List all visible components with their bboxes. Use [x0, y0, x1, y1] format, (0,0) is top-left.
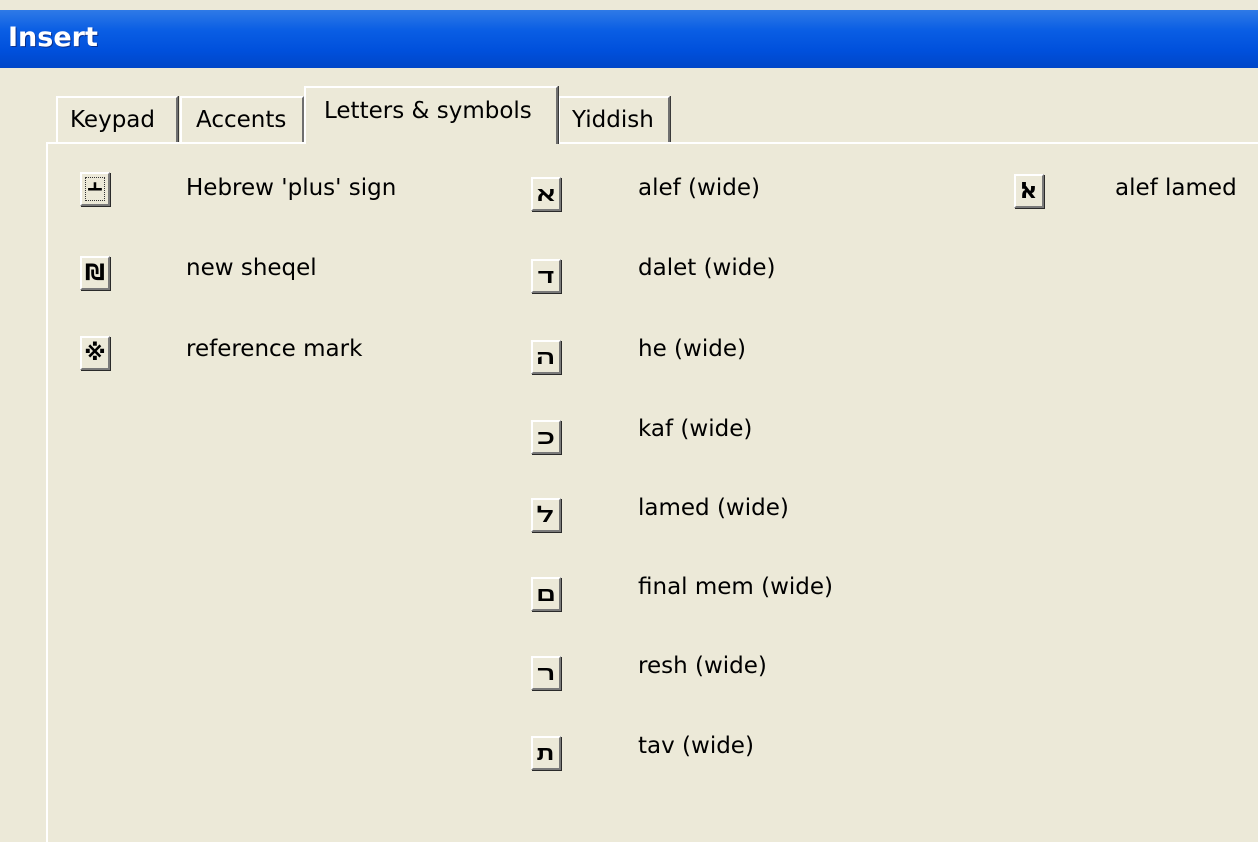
- hebrew-plus-button[interactable]: ﬩: [80, 172, 110, 206]
- sheqel-label: new sheqel: [186, 255, 317, 281]
- alef-lamed-label: alef lamed: [1115, 175, 1237, 201]
- reference-mark-button[interactable]: ※: [80, 336, 110, 370]
- tab-yiddish-label: Yiddish: [572, 107, 654, 133]
- alef-lamed-button[interactable]: ﭏ: [1014, 174, 1044, 208]
- lamed-wide-button[interactable]: ﬥ: [531, 498, 561, 532]
- alef-lamed-icon: ﭏ: [1021, 178, 1037, 204]
- hebrew-plus-icon: ﬩: [85, 176, 105, 202]
- tab-accents-label: Accents: [196, 107, 287, 133]
- tav-wide-button[interactable]: ﬨ: [531, 736, 561, 770]
- resh-wide-icon: ﬧ: [536, 660, 556, 686]
- tav-wide-label: tav (wide): [638, 733, 754, 759]
- tab-accents[interactable]: Accents: [180, 96, 304, 142]
- tab-strip: Keypad Accents Letters & symbols Yiddish: [0, 68, 1258, 148]
- resh-wide-button[interactable]: ﬧ: [531, 656, 561, 690]
- sheqel-icon: ₪: [85, 260, 105, 286]
- alef-wide-icon: ﬡ: [535, 181, 557, 207]
- tab-letters-symbols[interactable]: Letters & symbols: [304, 86, 558, 144]
- resh-wide-label: resh (wide): [638, 653, 767, 679]
- reference-mark-icon: ※: [84, 340, 106, 366]
- he-wide-icon: ﬣ: [535, 344, 557, 370]
- lamed-wide-label: lamed (wide): [638, 495, 789, 521]
- tab-yiddish[interactable]: Yiddish: [558, 96, 670, 142]
- reference-mark-label: reference mark: [186, 336, 363, 362]
- kaf-wide-button[interactable]: ﬤ: [531, 420, 561, 454]
- kaf-wide-icon: ﬤ: [537, 424, 555, 450]
- dalet-wide-label: dalet (wide): [638, 255, 776, 281]
- title-bar: Insert: [0, 10, 1258, 68]
- final-mem-wide-icon: ﬦ: [536, 581, 556, 607]
- kaf-wide-label: kaf (wide): [638, 416, 753, 442]
- tab-letters-symbols-label: Letters & symbols: [324, 98, 532, 124]
- sheqel-button[interactable]: ₪: [80, 256, 110, 290]
- alef-wide-button[interactable]: ﬡ: [531, 177, 561, 211]
- tab-keypad[interactable]: Keypad: [56, 96, 178, 142]
- tav-wide-icon: ﬨ: [536, 740, 556, 766]
- dalet-wide-icon: ﬢ: [537, 263, 555, 289]
- he-wide-button[interactable]: ﬣ: [531, 340, 561, 374]
- lamed-wide-icon: ﬥ: [536, 502, 556, 528]
- he-wide-label: he (wide): [638, 336, 746, 362]
- final-mem-wide-button[interactable]: ﬦ: [531, 577, 561, 611]
- tab-keypad-label: Keypad: [70, 107, 155, 133]
- final-mem-wide-label: final mem (wide): [638, 574, 834, 600]
- window-title: Insert: [8, 22, 98, 53]
- dalet-wide-button[interactable]: ﬢ: [531, 259, 561, 293]
- alef-wide-label: alef (wide): [638, 175, 760, 201]
- hebrew-plus-label: Hebrew 'plus' sign: [186, 175, 397, 201]
